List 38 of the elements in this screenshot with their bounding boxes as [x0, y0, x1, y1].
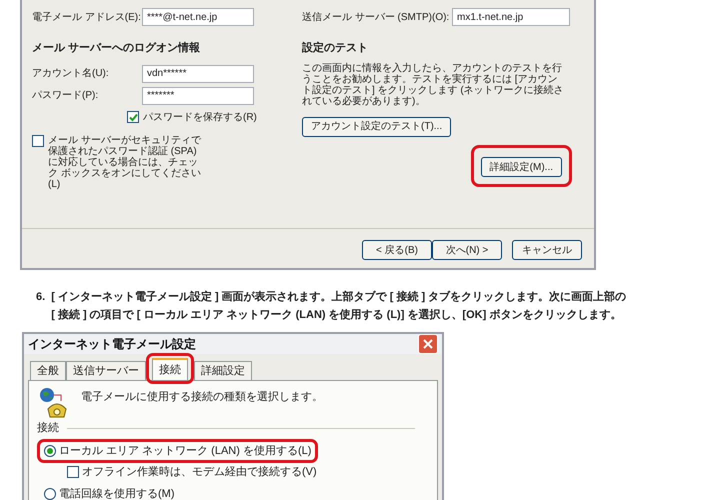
button[interactable]: < 戻る(B): [362, 240, 432, 260]
radio-button[interactable]: [44, 444, 56, 457]
field-label: アカウント名(U):: [32, 67, 110, 81]
option-label: オフライン作業時は、モデム経由で接続する(V): [82, 464, 317, 480]
button[interactable]: アカウント設定のテスト(T)...: [302, 116, 452, 136]
text-field[interactable]: mx1.t-net.ne.jp: [452, 8, 570, 26]
text-field[interactable]: vdn******: [142, 64, 254, 82]
step-number: 6.: [36, 290, 46, 305]
radio-button[interactable]: [44, 488, 56, 500]
section-label: 接続: [37, 420, 59, 436]
tab[interactable]: 送信サーバー: [66, 361, 146, 380]
checkbox-label: メール サーバーがセキュリティで保護されたパスワード認証 (SPA) に対応している場合には、チェック ボックスをオンにしてください(L): [48, 134, 202, 190]
close-icon: [423, 339, 433, 349]
description-text: この画面内に情報を入力したら、アカウントのテストを行うことをお勧めします。テストを実行するには [アカウント設定のテスト] をクリックします (ネットワークに接続されている必要があります)。: [302, 62, 564, 106]
checkbox[interactable]: [127, 111, 139, 123]
field-label: パスワード(P):: [32, 89, 100, 103]
section-title: メール サーバーへのログオン情報: [32, 40, 202, 56]
tab[interactable]: 詳細設定: [194, 361, 252, 380]
checkbox[interactable]: [67, 466, 79, 478]
button[interactable]: 次へ(N) >: [432, 240, 502, 260]
tab[interactable]: 全般: [30, 361, 66, 380]
instruction-text: [ インターネット電子メール設定 ] 画面が表示されます。上部タブで [ 接続 ] タブをクリックします。次に画面上部の [ 接続 ] の項目で [ ローカル エリア ネットワーク (LAN) を使用する (L)] を選択し、[OK] ボタンをクリックします。: [51, 290, 626, 323]
window-title: インターネット電子メール設定: [28, 336, 196, 353]
text-field[interactable]: ****@t-net.ne.jp: [142, 8, 254, 26]
field-label: 送信メール サーバー (SMTP)(O):: [302, 10, 450, 24]
option-label: 電話回線を使用する(M): [59, 486, 174, 500]
button[interactable]: キャンセル: [512, 240, 582, 260]
tab[interactable]: 接続: [152, 358, 188, 380]
field-label: 電子メール アドレス(E):: [32, 10, 142, 24]
button[interactable]: 詳細設定(M)...: [480, 157, 562, 177]
globe-and-phone-icon: [39, 387, 69, 419]
description-text: 電子メールに使用する接続の種類を選択します。: [81, 390, 323, 405]
section-title: 設定のテスト: [302, 40, 369, 56]
checkbox-label: パスワードを保存する(R): [143, 110, 257, 124]
option-label: ローカル エリア ネットワーク (LAN) を使用する(L): [59, 444, 312, 458]
text-field[interactable]: *******: [142, 86, 254, 104]
checkbox[interactable]: [32, 134, 44, 146]
close-button[interactable]: [418, 334, 438, 354]
